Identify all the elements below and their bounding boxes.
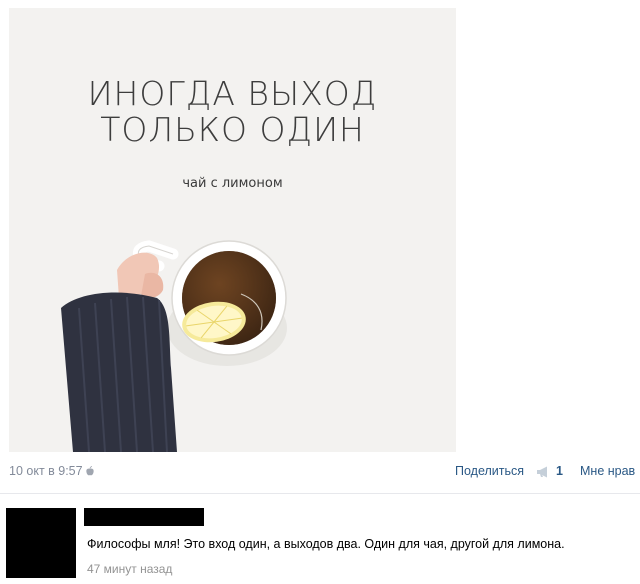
- divider: [0, 493, 640, 494]
- apple-icon: [85, 466, 94, 476]
- comment-avatar[interactable]: [6, 508, 76, 578]
- post-image[interactable]: ИНОГДА ВЫХОД ТОЛЬКО ОДИН чай с лимоном: [9, 8, 456, 452]
- comment-text: Философы мля! Это вход один, а выходов д…: [87, 537, 565, 551]
- share-count: 1: [556, 464, 563, 478]
- megaphone-icon[interactable]: [536, 466, 552, 478]
- post-meta-bar: 10 окт в 9:57 Поделиться 1 Мне нрав: [0, 462, 640, 482]
- comment-time[interactable]: 47 минут назад: [87, 562, 172, 576]
- post-date-text: 10 окт в 9:57: [9, 464, 83, 478]
- post-date[interactable]: 10 окт в 9:57: [9, 464, 94, 478]
- tea-cup-illustration: [61, 240, 287, 452]
- share-button[interactable]: Поделиться: [455, 464, 524, 478]
- like-button[interactable]: Мне нрав: [580, 464, 635, 478]
- comment-author-name[interactable]: [84, 508, 204, 526]
